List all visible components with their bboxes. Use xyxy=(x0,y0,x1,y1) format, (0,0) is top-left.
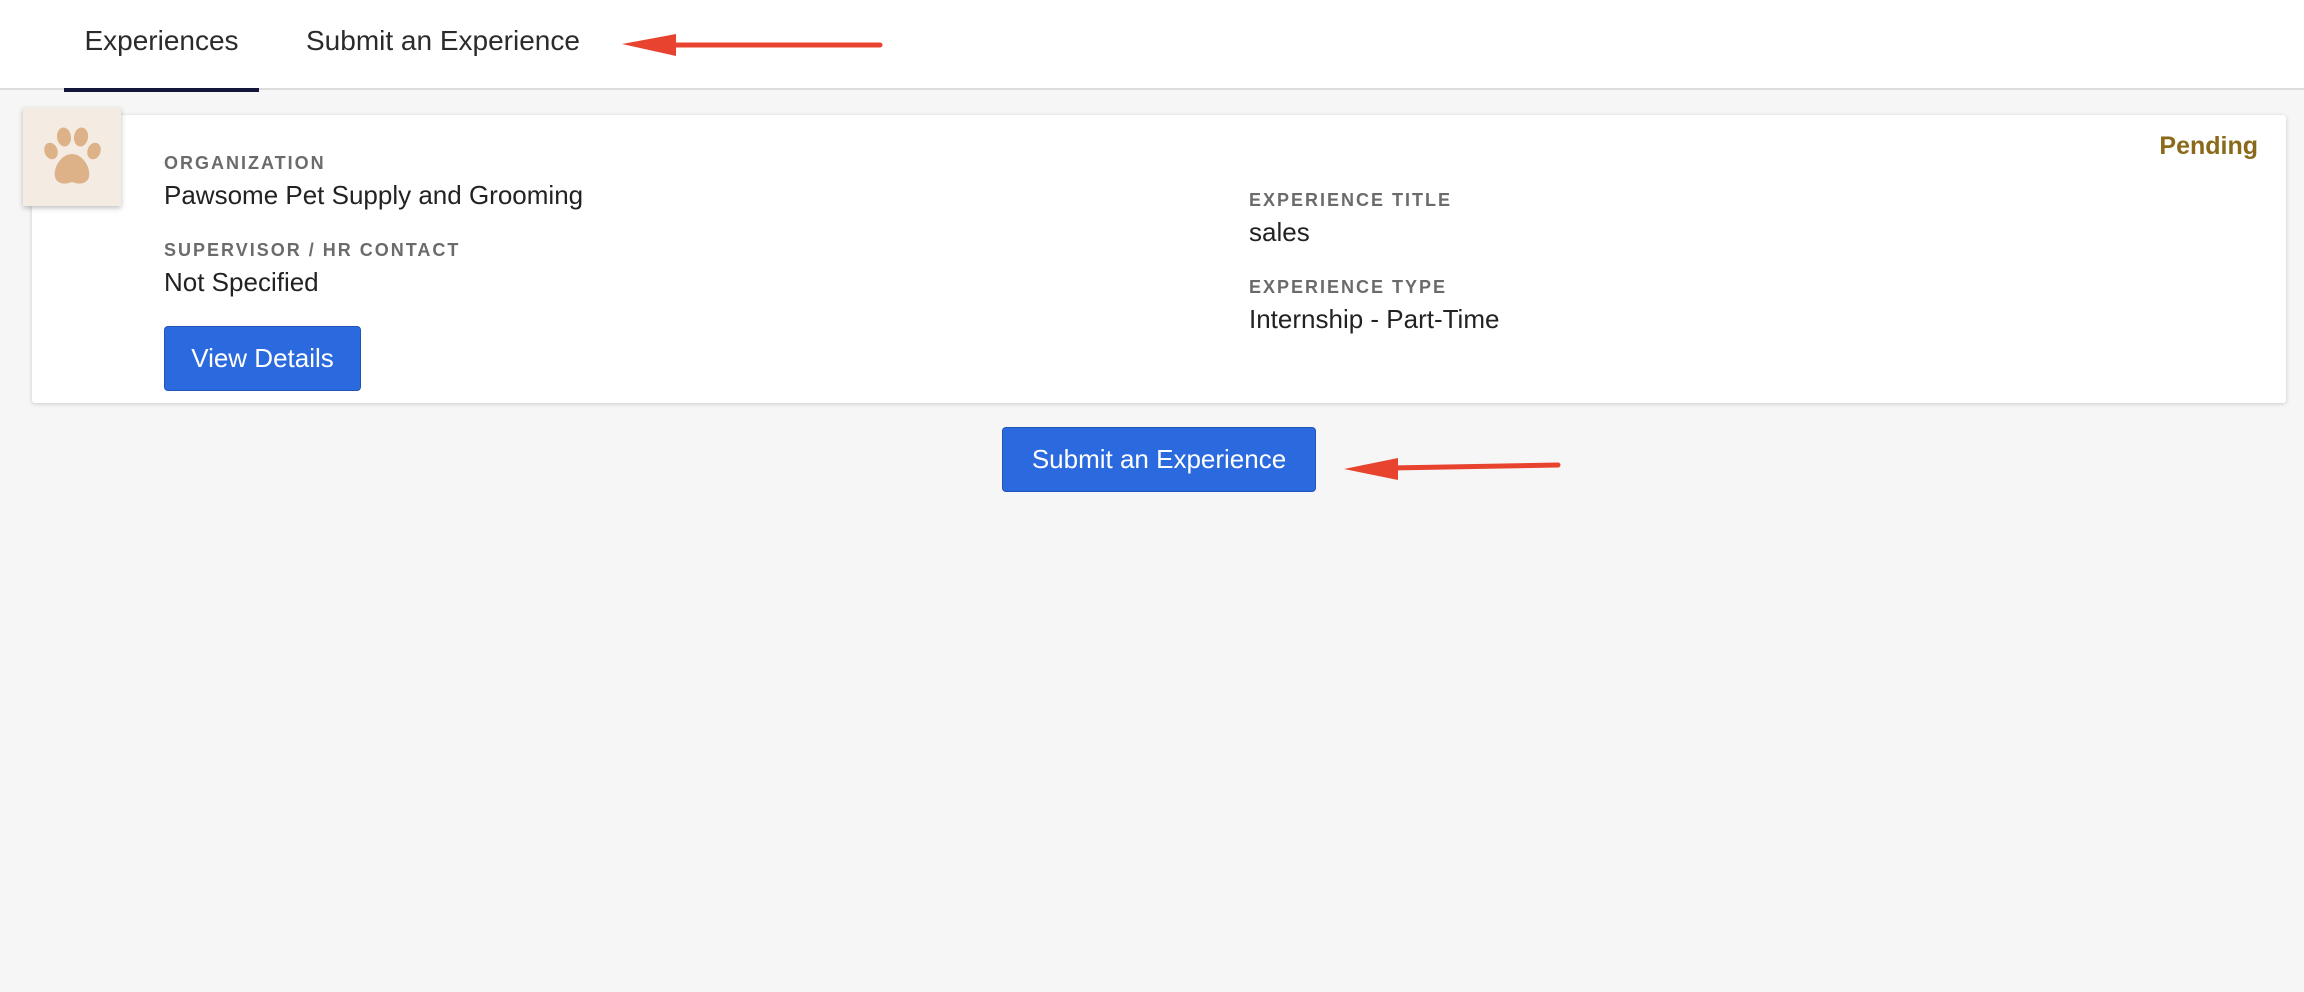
organization-value: Pawsome Pet Supply and Grooming xyxy=(164,180,584,210)
tab-submit-an-experience[interactable]: Submit an Experience xyxy=(306,0,580,90)
experience-title-value: sales xyxy=(1249,217,1310,247)
organization-label: ORGANIZATION xyxy=(164,153,326,173)
supervisor-value: Not Specified xyxy=(164,267,319,297)
organization-logo xyxy=(23,108,121,206)
view-details-button[interactable]: View Details xyxy=(164,326,361,391)
experience-type-value: Internship - Part-Time xyxy=(1249,304,1500,334)
tab-bar: Experiences Submit an Experience xyxy=(0,0,2304,92)
experience-type-label: EXPERIENCE TYPE xyxy=(1249,277,1448,297)
annotation-arrow-icon xyxy=(1344,458,1561,480)
annotation-arrow-icon xyxy=(622,34,883,56)
submit-experience-button[interactable]: Submit an Experience xyxy=(1002,427,1316,492)
supervisor-label: SUPERVISOR / HR CONTACT xyxy=(164,240,461,260)
experience-title-label: EXPERIENCE TITLE xyxy=(1249,190,1453,210)
status-badge: Pending xyxy=(2159,132,2258,160)
paw-icon xyxy=(44,127,101,184)
tab-experiences[interactable]: Experiences xyxy=(64,0,259,92)
